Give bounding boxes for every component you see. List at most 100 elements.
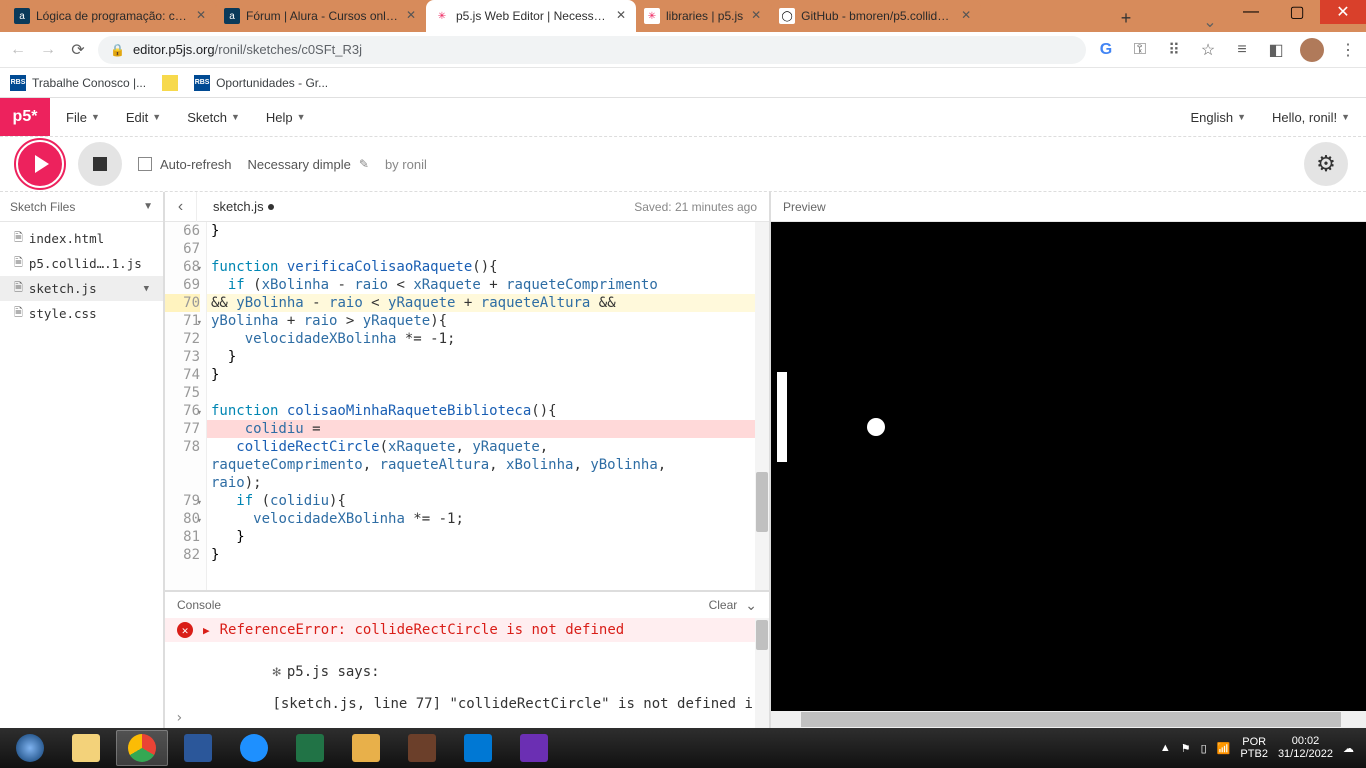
taskbar-paint[interactable] <box>340 730 392 766</box>
browser-tab[interactable]: a Lógica de programação: come ✕ <box>6 0 216 32</box>
console-caret-icon: › <box>175 710 183 726</box>
tab-title: Lógica de programação: come <box>36 9 188 23</box>
scrollbar-thumb[interactable] <box>801 712 1341 727</box>
sketch-name[interactable]: Necessary dimple ✎ <box>248 157 369 172</box>
tray-language[interactable]: PORPTB2 <box>1240 736 1268 760</box>
play-button[interactable] <box>18 142 62 186</box>
file-item[interactable]: 🗎style.css <box>0 301 163 326</box>
ball-shape <box>867 418 885 436</box>
bookmarks-bar: RBSTrabalhe Conosco |... RBSOportunidades… <box>0 68 1366 98</box>
file-icon: 🗎 <box>14 229 23 248</box>
favicon-icon: ✳ <box>434 8 450 24</box>
bookmark-label: Oportunidades - Gr... <box>216 76 328 90</box>
forward-button[interactable]: → <box>38 40 58 60</box>
gear-icon: ✻ <box>272 664 280 680</box>
stop-button[interactable] <box>78 142 122 186</box>
profile-avatar[interactable] <box>1300 38 1324 62</box>
browser-tab[interactable]: aFórum | Alura - Cursos online d✕ <box>216 0 426 32</box>
menu-help[interactable]: Help▼ <box>266 110 306 125</box>
key-icon[interactable]: ⚿ <box>1130 40 1150 60</box>
chevron-down-icon[interactable]: ▼ <box>143 201 153 212</box>
expand-triangle-icon[interactable]: ▶ <box>203 624 210 637</box>
collapse-sidebar-button[interactable]: ‹ <box>165 192 197 222</box>
scrollbar-thumb[interactable] <box>756 472 768 532</box>
language-selector[interactable]: English▼ <box>1190 110 1246 125</box>
browser-tab[interactable]: ◯GitHub - bmoren/p5.collide2D✕ <box>771 0 981 32</box>
menu-sketch[interactable]: Sketch▼ <box>187 110 240 125</box>
code-area[interactable]: }function verificaColisaoRaquete(){ if (… <box>207 222 769 590</box>
code-editor[interactable]: 666768▾697071▾7273747576▾777879▾80▾8182 … <box>165 222 769 590</box>
kebab-menu-icon[interactable]: ⋮ <box>1338 40 1358 60</box>
account-menu[interactable]: Hello, ronil!▼ <box>1272 110 1350 125</box>
sketch-canvas <box>771 222 1366 711</box>
maximize-button[interactable]: ▢ <box>1274 0 1320 24</box>
url-input[interactable]: 🔒 editor.p5js.org/ronil/sketches/c0SFt_R… <box>98 36 1086 64</box>
editor-body: Sketch Files ▼ 🗎index.html🗎p5.collid….1.… <box>0 192 1366 728</box>
close-window-button[interactable]: ✕ <box>1320 0 1366 24</box>
reload-button[interactable]: ⟳ <box>68 40 88 60</box>
close-tab-icon[interactable]: ✕ <box>194 9 208 23</box>
browser-tab[interactable]: ✳libraries | p5.js✕ <box>636 0 771 32</box>
menu-file[interactable]: File▼ <box>66 110 100 125</box>
side-panel-icon[interactable]: ◧ <box>1266 40 1286 60</box>
taskbar-ie[interactable] <box>228 730 280 766</box>
menu-edit[interactable]: Edit▼ <box>126 110 161 125</box>
file-name: style.css <box>29 306 97 321</box>
bookmark-item[interactable] <box>162 75 178 91</box>
tray-clock[interactable]: 00:0231/12/2022 <box>1278 735 1333 761</box>
browser-tab[interactable]: ✳p5.js Web Editor | Necessary di✕ <box>426 0 636 32</box>
url-text: editor.p5js.org/ronil/sketches/c0SFt_R3j <box>133 42 362 57</box>
preview-pane: Preview <box>769 192 1366 728</box>
horizontal-scrollbar[interactable] <box>771 711 1366 728</box>
close-tab-icon[interactable]: ✕ <box>959 9 973 23</box>
tray-flag-icon[interactable]: ⚑ <box>1181 742 1191 755</box>
console-clear-button[interactable]: Clear <box>709 598 738 612</box>
checkbox-icon[interactable] <box>138 157 152 171</box>
reading-list-icon[interactable]: ≡ <box>1232 40 1252 60</box>
settings-button[interactable]: ⚙ <box>1304 142 1348 186</box>
file-item[interactable]: 🗎p5.collid….1.js <box>0 251 163 276</box>
chevron-down-icon[interactable]: ⌄ <box>745 597 757 614</box>
bookmark-star-icon[interactable]: ☆ <box>1198 40 1218 60</box>
file-tab[interactable]: sketch.js <box>197 199 290 214</box>
chevron-down-icon[interactable]: ▼ <box>144 284 149 294</box>
console-scrollbar[interactable] <box>755 618 769 728</box>
taskbar-vscode[interactable] <box>452 730 504 766</box>
favicon-icon: ✳ <box>644 8 660 24</box>
bookmark-item[interactable]: RBSTrabalhe Conosco |... <box>10 75 146 91</box>
new-tab-button[interactable]: + <box>1112 4 1140 32</box>
taskbar-excel[interactable] <box>284 730 336 766</box>
file-item[interactable]: 🗎sketch.js▼ <box>0 276 163 301</box>
auto-refresh-toggle[interactable]: Auto-refresh <box>138 157 232 172</box>
google-icon[interactable]: G <box>1096 40 1116 60</box>
tray-expand-icon[interactable]: ▲ <box>1160 742 1171 754</box>
tab-title: Fórum | Alura - Cursos online d <box>246 9 398 23</box>
p5-logo[interactable]: p5* <box>0 98 50 136</box>
tray-network-icon[interactable]: 📶 <box>1217 742 1231 755</box>
taskbar-word[interactable] <box>172 730 224 766</box>
bookmark-item[interactable]: RBSOportunidades - Gr... <box>194 75 328 91</box>
tray-weather-icon[interactable]: ☁ <box>1343 742 1354 755</box>
minimize-button[interactable]: — <box>1228 0 1274 24</box>
pencil-icon[interactable]: ✎ <box>359 157 369 171</box>
taskbar-explorer[interactable] <box>60 730 112 766</box>
close-tab-icon[interactable]: ✕ <box>404 9 418 23</box>
taskbar-vivo[interactable] <box>508 730 560 766</box>
start-button[interactable] <box>4 730 56 766</box>
play-icon <box>35 155 49 173</box>
back-button[interactable]: ← <box>8 40 28 60</box>
editor-tabbar: ‹ sketch.js Saved: 21 minutes ago <box>165 192 769 222</box>
close-tab-icon[interactable]: ✕ <box>749 9 763 23</box>
taskbar-winrar[interactable] <box>396 730 448 766</box>
tray-battery-icon[interactable]: ▯ <box>1201 742 1207 755</box>
taskbar-chrome[interactable] <box>116 730 168 766</box>
paddle-shape <box>777 372 787 462</box>
chevron-down-icon[interactable]: ⌄ <box>1200 12 1220 32</box>
file-item[interactable]: 🗎index.html <box>0 226 163 251</box>
system-tray[interactable]: ▲ ⚑ ▯ 📶 PORPTB2 00:0231/12/2022 ☁ <box>1152 735 1362 761</box>
scrollbar-thumb[interactable] <box>756 620 768 650</box>
vertical-scrollbar[interactable] <box>755 222 769 590</box>
close-tab-icon[interactable]: ✕ <box>614 9 628 23</box>
translate-icon[interactable]: ⠿ <box>1164 40 1184 60</box>
favicon-icon: a <box>14 8 30 24</box>
